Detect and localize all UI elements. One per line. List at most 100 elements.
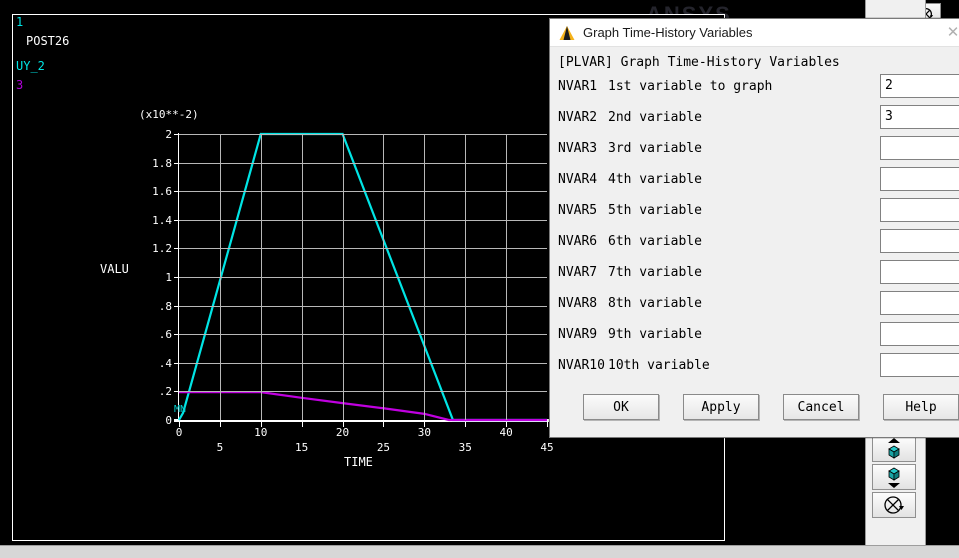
up-arrow-cube-icon xyxy=(888,438,900,459)
variable-input-nvar6[interactable] xyxy=(880,229,959,253)
variable-row: NVAR2 2nd variable 3 xyxy=(550,105,959,136)
y-tick-mark xyxy=(174,420,179,421)
y-tick-label: .4 xyxy=(158,356,172,370)
variable-rows: NVAR1 1st variable to graph 2 NVAR2 2nd vari… xyxy=(550,74,959,384)
grid-line-horizontal xyxy=(179,391,547,393)
grid-line-horizontal xyxy=(179,334,547,336)
y-tick-label: .2 xyxy=(158,385,172,399)
fit-view-icon xyxy=(884,496,904,514)
variable-input-nvar8[interactable] xyxy=(880,291,959,315)
y-tick-label: 1 xyxy=(165,271,172,284)
y-tick-mark xyxy=(174,162,179,164)
x-tick-label: 0 xyxy=(175,426,183,439)
plot-legend: 1 POST26 UY_2 3 xyxy=(16,13,69,95)
grid-line-horizontal xyxy=(179,219,547,221)
y-axis-title: VALU xyxy=(100,262,129,276)
curve-3 xyxy=(179,391,547,422)
x-tick-mark xyxy=(424,422,426,427)
variable-row: NVAR9 9th variable xyxy=(550,322,959,353)
x-tick-mark xyxy=(547,422,548,427)
x-tick-mark xyxy=(301,422,303,427)
variable-input-nvar10[interactable] xyxy=(880,353,959,377)
command-header: [PLVAR] Graph Time-History Variables xyxy=(558,55,840,70)
window-bottom-bar xyxy=(0,545,959,558)
y-tick-mark xyxy=(174,362,179,364)
variable-row: NVAR8 8th variable xyxy=(550,291,959,322)
variable-description-label: 3rd variable xyxy=(608,141,702,156)
legend-set-number: 1 xyxy=(16,15,24,29)
variable-name-label: NVAR6 xyxy=(558,234,598,249)
x-tick-label: 40 xyxy=(499,426,513,439)
y-tick-label: .6 xyxy=(158,328,172,342)
variable-description-label: 6th variable xyxy=(608,234,702,249)
variable-input-nvar1[interactable]: 2 xyxy=(880,74,959,98)
variable-description-label: 9th variable xyxy=(608,327,702,342)
grid-line-horizontal xyxy=(179,305,547,307)
y-tick-mark xyxy=(174,134,179,135)
variable-description-label: 4th variable xyxy=(608,172,702,187)
variable-row: NVAR3 3rd variable xyxy=(550,136,959,167)
move-down-button[interactable] xyxy=(872,464,916,490)
grid-line-horizontal xyxy=(179,134,547,135)
apply-button[interactable]: Apply xyxy=(683,394,759,420)
dialog-body: [PLVAR] Graph Time-History Variables NVA… xyxy=(550,47,959,432)
y-axis-exponent-label: (x10**-2) xyxy=(139,108,199,121)
variable-description-label: 10th variable xyxy=(608,358,710,373)
variable-input-nvar9[interactable] xyxy=(880,322,959,346)
variable-description-label: 5th variable xyxy=(608,203,702,218)
fit-view-button[interactable] xyxy=(872,492,916,518)
ansys-logo-icon xyxy=(559,25,575,40)
variable-input-nvar7[interactable] xyxy=(880,260,959,284)
x-tick-label: 45 xyxy=(540,441,554,454)
ok-button[interactable]: OK xyxy=(583,394,659,420)
y-tick-label: 1.6 xyxy=(152,185,172,199)
x-tick-label: 30 xyxy=(417,426,431,439)
grid-line-horizontal xyxy=(179,191,547,193)
variable-input-nvar3[interactable] xyxy=(880,136,959,160)
x-tick-mark xyxy=(465,422,467,427)
variable-input-nvar4[interactable] xyxy=(880,167,959,191)
dialog-title-bar[interactable]: Graph Time-History Variables ✕ xyxy=(550,19,959,47)
variable-description-label: 7th variable xyxy=(608,265,702,280)
y-tick-mark xyxy=(174,305,179,307)
x-tick-label: 35 xyxy=(458,441,472,454)
grid-line-horizontal xyxy=(179,362,547,364)
variable-name-label: NVAR1 xyxy=(558,79,598,94)
variable-description-label: 1st variable to graph xyxy=(608,79,773,94)
y-tick-mark xyxy=(174,277,179,278)
y-tick-mark xyxy=(174,219,179,221)
x-tick-mark xyxy=(383,422,385,427)
legend-variable-uy2: UY_2 xyxy=(16,59,45,73)
x-tick-mark xyxy=(506,422,508,427)
plot-area xyxy=(178,132,547,422)
y-tick-label: 1.2 xyxy=(152,242,172,256)
y-tick-mark xyxy=(174,391,179,393)
legend-module: POST26 xyxy=(26,34,70,48)
y-tick-label: .8 xyxy=(158,299,172,313)
variable-input-nvar2[interactable]: 3 xyxy=(880,105,959,129)
graph-time-history-variables-dialog[interactable]: Graph Time-History Variables ✕ [PLVAR] G… xyxy=(549,18,959,438)
variable-input-nvar5[interactable] xyxy=(880,198,959,222)
close-icon[interactable]: ✕ xyxy=(942,21,959,43)
x-tick-label: 25 xyxy=(376,441,391,454)
variable-row: NVAR5 5th variable xyxy=(550,198,959,229)
grid-line-horizontal xyxy=(179,248,547,250)
variable-name-label: NVAR10 xyxy=(558,358,605,373)
cancel-button[interactable]: Cancel xyxy=(783,394,859,420)
variable-name-label: NVAR4 xyxy=(558,172,598,187)
grid-line-horizontal xyxy=(179,162,547,164)
x-tick-label: 5 xyxy=(216,441,224,454)
variable-row: NVAR4 4th variable xyxy=(550,167,959,198)
x-tick-mark xyxy=(342,422,344,427)
help-button[interactable]: Help xyxy=(883,394,959,420)
variable-row: NVAR10 10th variable xyxy=(550,353,959,384)
grid-line-horizontal xyxy=(179,277,547,278)
variable-description-label: 8th variable xyxy=(608,296,702,311)
legend-variable-3: 3 xyxy=(16,78,24,92)
x-tick-label: 20 xyxy=(335,426,350,439)
y-tick-mark xyxy=(174,334,179,336)
variable-description-label: 2nd variable xyxy=(608,110,702,125)
move-up-button[interactable] xyxy=(872,436,916,462)
variable-row: NVAR6 6th variable xyxy=(550,229,959,260)
x-axis-title: TIME xyxy=(344,455,373,469)
